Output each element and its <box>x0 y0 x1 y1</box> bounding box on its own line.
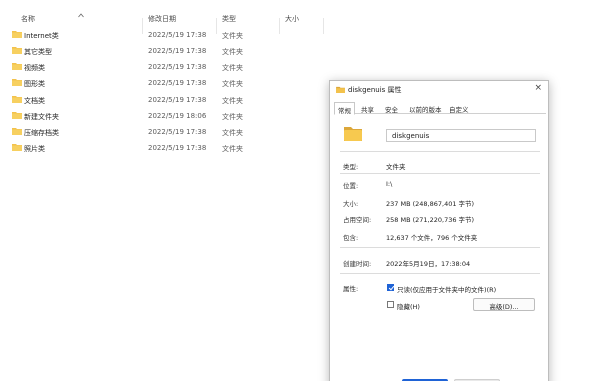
folder-icon <box>12 128 22 135</box>
column-name[interactable]: 名称 <box>21 14 35 24</box>
size-label: 大小: <box>343 200 359 208</box>
location-value: I:\ <box>386 180 393 188</box>
file-row[interactable]: 新建文件夹 2022/5/19 18:06 文件夹 <box>0 109 300 124</box>
file-name: 视频类 <box>24 64 45 72</box>
tab-strip: 常规 共享 安全 以前的版本 自定义 <box>334 102 546 115</box>
file-row[interactable]: 文档类 2022/5/19 17:38 文件夹 <box>0 93 300 108</box>
divider <box>340 173 540 174</box>
disk-size-value: 258 MB (271,220,736 字节) <box>386 216 475 224</box>
advanced-button[interactable]: 高级(D)... <box>473 298 535 311</box>
column-type[interactable]: 类型 <box>222 14 236 24</box>
created-label: 创建时间: <box>343 260 372 268</box>
location-label: 位置: <box>343 182 359 190</box>
properties-dialog: diskgenuis 属性 × 常规 共享 安全 以前的版本 自定义 diskg… <box>329 80 549 381</box>
tab-general[interactable]: 常规 <box>334 102 355 115</box>
file-row[interactable]: 图形类 2022/5/19 17:38 文件夹 <box>0 76 300 91</box>
file-type: 文件夹 <box>222 32 243 40</box>
size-value: 237 MB (248,867,401 字节) <box>386 200 475 208</box>
file-name: 压缩存档类 <box>24 129 59 137</box>
file-date: 2022/5/19 18:06 <box>148 112 207 120</box>
hidden-label[interactable]: 隐藏(H) <box>397 301 420 311</box>
column-divider[interactable] <box>323 18 324 34</box>
file-row[interactable]: 其它类型 2022/5/19 17:38 文件夹 <box>0 44 300 59</box>
file-type: 文件夹 <box>222 145 243 153</box>
created-value: 2022年5月19日，17:38:04 <box>386 260 471 268</box>
dialog-titlebar[interactable]: diskgenuis 属性 × <box>330 81 548 99</box>
file-name: 文档类 <box>24 97 45 105</box>
file-type: 文件夹 <box>222 129 243 137</box>
file-date: 2022/5/19 17:38 <box>148 79 207 87</box>
file-date: 2022/5/19 17:38 <box>148 128 207 136</box>
file-date: 2022/5/19 17:38 <box>148 63 207 71</box>
folder-icon <box>344 127 362 141</box>
column-header-bar: 名称 修改日期 类型 大小 <box>0 10 330 34</box>
file-date: 2022/5/19 17:38 <box>148 47 207 55</box>
attributes-label: 属性: <box>343 285 359 293</box>
file-type: 文件夹 <box>222 97 243 105</box>
file-name: 图形类 <box>24 80 45 88</box>
file-date: 2022/5/19 17:38 <box>148 144 207 152</box>
tab-previous-versions[interactable]: 以前的版本 <box>406 102 445 114</box>
divider <box>340 247 540 248</box>
tab-security[interactable]: 安全 <box>382 102 401 114</box>
readonly-label[interactable]: 只读(仅应用于文件夹中的文件)(R) <box>397 284 496 294</box>
file-date: 2022/5/19 17:38 <box>148 31 207 39</box>
folder-icon <box>12 47 22 54</box>
folder-icon <box>336 86 345 93</box>
file-row[interactable]: Internet类 2022/5/19 17:38 文件夹 <box>0 28 300 43</box>
readonly-checkbox[interactable] <box>387 284 394 291</box>
folder-icon <box>12 112 22 119</box>
file-name: 新建文件夹 <box>24 113 59 121</box>
file-row[interactable]: 压缩存档类 2022/5/19 17:38 文件夹 <box>0 125 300 140</box>
folder-icon <box>12 144 22 151</box>
type-value: 文件夹 <box>386 163 406 171</box>
type-label: 类型: <box>343 163 359 171</box>
file-type: 文件夹 <box>222 80 243 88</box>
folder-icon <box>12 63 22 70</box>
file-type: 文件夹 <box>222 113 243 121</box>
hidden-checkbox[interactable] <box>387 301 394 308</box>
tab-customize[interactable]: 自定义 <box>446 102 472 114</box>
folder-name-input[interactable]: diskgenuis <box>386 129 536 142</box>
sort-ascending-icon[interactable] <box>78 13 84 18</box>
folder-icon <box>12 79 22 86</box>
contains-value: 12,637 个文件，796 个文件夹 <box>386 234 478 242</box>
file-name: 照片类 <box>24 145 45 153</box>
column-size[interactable]: 大小 <box>285 14 299 24</box>
file-name: Internet类 <box>24 32 59 40</box>
column-modified[interactable]: 修改日期 <box>148 14 176 24</box>
file-name: 其它类型 <box>24 48 52 56</box>
close-icon[interactable]: × <box>534 83 542 93</box>
divider <box>340 151 540 152</box>
contains-label: 包含: <box>343 234 359 242</box>
file-row[interactable]: 视频类 2022/5/19 17:38 文件夹 <box>0 60 300 75</box>
folder-icon <box>12 31 22 38</box>
disk-size-label: 占用空间: <box>343 216 372 224</box>
divider <box>340 273 540 274</box>
file-row[interactable]: 照片类 2022/5/19 17:38 文件夹 <box>0 141 300 156</box>
file-type: 文件夹 <box>222 48 243 56</box>
dialog-title: diskgenuis 属性 <box>348 86 402 94</box>
file-type: 文件夹 <box>222 64 243 72</box>
folder-icon <box>12 96 22 103</box>
tab-sharing[interactable]: 共享 <box>358 102 377 114</box>
file-date: 2022/5/19 17:38 <box>148 96 207 104</box>
